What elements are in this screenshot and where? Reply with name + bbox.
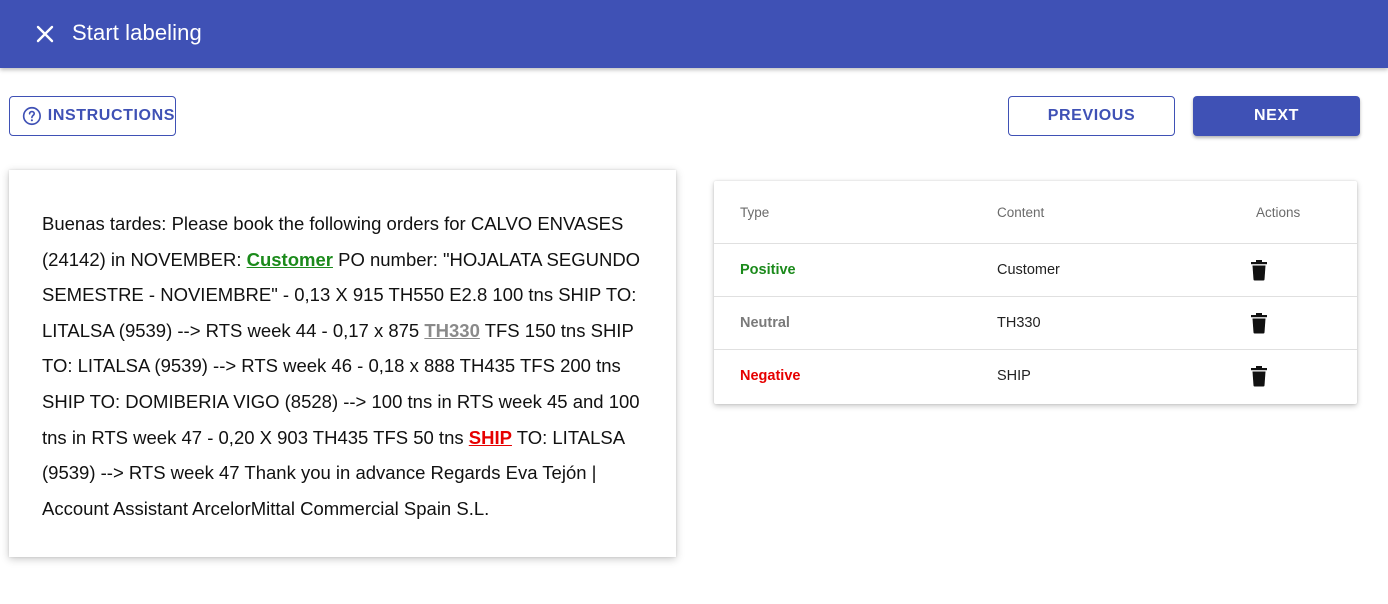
- previous-label: PREVIOUS: [1047, 107, 1136, 124]
- next-button[interactable]: NEXT: [1193, 96, 1360, 136]
- row-type: Positive: [740, 262, 796, 278]
- instructions-button[interactable]: INSTRUCTIONS: [9, 96, 176, 136]
- row-type: Negative: [740, 368, 801, 384]
- row-content: TH330: [997, 315, 1041, 331]
- delete-icon[interactable]: [1249, 259, 1269, 281]
- close-icon[interactable]: [33, 22, 57, 46]
- row-content: Customer: [997, 262, 1060, 278]
- table-row: Positive Customer: [714, 243, 1357, 297]
- labels-table: Type Content Actions Positive Customer N…: [714, 181, 1357, 404]
- column-header-type: Type: [740, 205, 770, 220]
- help-circle-icon: [22, 106, 41, 126]
- row-content: SHIP: [997, 368, 1031, 384]
- document-text[interactable]: Buenas tardes: Please book the following…: [42, 206, 643, 526]
- highlight-positive[interactable]: Customer: [247, 249, 333, 270]
- delete-icon[interactable]: [1249, 365, 1269, 387]
- previous-button[interactable]: PREVIOUS: [1008, 96, 1175, 136]
- highlight-neutral[interactable]: TH330: [424, 320, 480, 341]
- highlight-negative[interactable]: SHIP: [469, 427, 512, 448]
- instructions-label: INSTRUCTIONS: [47, 107, 175, 124]
- column-header-actions: Actions: [1256, 205, 1301, 220]
- table-row: Negative SHIP: [714, 349, 1357, 403]
- app-bar: Start labeling: [0, 0, 1388, 68]
- page-title: Start labeling: [72, 20, 202, 45]
- next-label: NEXT: [1253, 107, 1300, 124]
- delete-icon[interactable]: [1249, 312, 1269, 334]
- row-type: Neutral: [740, 315, 790, 331]
- column-header-content: Content: [997, 205, 1045, 220]
- document-card: Buenas tardes: Please book the following…: [9, 170, 676, 557]
- table-row: Neutral TH330: [714, 296, 1357, 350]
